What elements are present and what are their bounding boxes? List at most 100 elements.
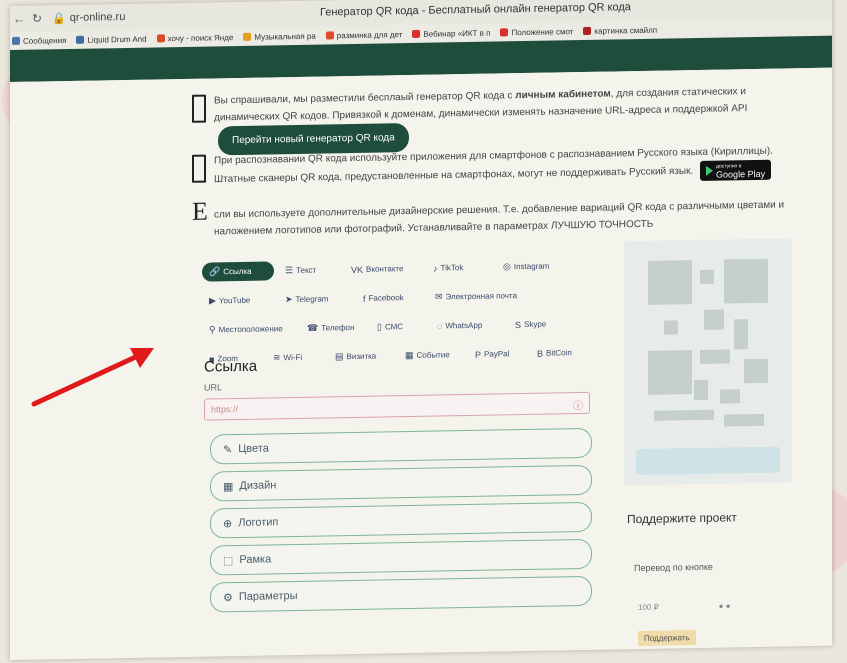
section-icon: ⬚ <box>223 554 234 567</box>
bookmark-label: Вебинар «ИКТ в п <box>423 28 491 39</box>
accordion-4[interactable]: ⬚ Рамка <box>210 538 592 576</box>
phone-outline-icon <box>192 154 206 183</box>
back-arrow-icon[interactable]: ← <box>10 12 28 26</box>
url-label: URL <box>204 382 223 393</box>
support-button[interactable]: Поддержать <box>638 630 696 647</box>
link-icon: 🔗 <box>209 266 221 277</box>
info-text: При распознавании QR кода используйте пр… <box>214 145 773 186</box>
tab-bitcoin[interactable]: B BitCoin <box>530 343 596 363</box>
email-icon: ✉ <box>435 291 443 302</box>
lock-icon: 🔒 <box>52 12 66 25</box>
tab-label: Электронная почта <box>445 291 517 302</box>
bookmark-item[interactable]: картинка смайлп <box>583 25 657 35</box>
tab-phone[interactable]: ☎ Телефон <box>300 318 366 338</box>
qr-module <box>700 349 730 364</box>
tab-location[interactable]: ⚲ Местоположение <box>202 319 296 340</box>
qr-module <box>648 260 692 305</box>
bookmark-favicon-icon <box>76 35 85 44</box>
qr-module <box>700 269 714 284</box>
tab-label: YouTube <box>218 295 251 306</box>
tab-whatsapp[interactable]: ◌ WhatsApp <box>430 315 504 335</box>
tab-text[interactable]: ☰ Текст <box>278 260 340 280</box>
transfer-label: Перевод по кнопке <box>634 561 713 574</box>
tab-telegram[interactable]: ➤ Telegram <box>278 289 352 309</box>
tab-vk[interactable]: VK Вконтакте <box>344 259 422 279</box>
tab-email[interactable]: ✉ Электронная почта <box>428 286 538 307</box>
tiktok-icon: ♪ <box>433 263 438 274</box>
tab-facebook[interactable]: f Facebook <box>356 288 424 308</box>
phone-icon: ☎ <box>307 322 319 333</box>
text-icon: ☰ <box>285 265 294 276</box>
tab-wifi[interactable]: ≋ Wi-Fi <box>266 348 324 368</box>
bookmark-item[interactable]: Положение смот <box>500 27 573 37</box>
tab-skype[interactable]: S Skype <box>508 314 566 334</box>
tab-label: Событие <box>416 350 450 360</box>
qr-module <box>694 379 708 401</box>
download-button[interactable] <box>636 446 780 476</box>
section-label: Рамка <box>239 553 272 566</box>
gplay-label: Google Play <box>716 168 766 180</box>
bitcoin-icon: B <box>537 348 544 359</box>
amount-text: 100 ₽ <box>638 602 659 613</box>
browser-window: ← ↻ 🔒 qr-online.ru Генератор QR кода - Б… <box>10 0 832 661</box>
tab-link[interactable]: 🔗 Ссылка <box>202 261 274 282</box>
accordion-2[interactable]: ▦ Дизайн <box>210 464 592 502</box>
address-bar[interactable]: 🔒 qr-online.ru <box>52 10 126 25</box>
payment-row: 100 ₽ ● ● <box>638 601 731 612</box>
phone-outline-icon <box>192 94 206 123</box>
tab-label: СМС <box>384 322 404 332</box>
tab-label: Вконтакте <box>366 264 404 274</box>
tab-vcard[interactable]: ▤ Визитка <box>328 346 394 366</box>
vk-icon: VK <box>351 264 364 275</box>
bookmark-item[interactable]: Музыкальная ра <box>243 31 316 41</box>
bookmark-item[interactable]: Сообщения <box>12 36 66 46</box>
google-play-badge[interactable]: доступно в Google Play <box>700 159 772 181</box>
tab-paypal[interactable]: P PayPal <box>468 344 526 364</box>
tab-label: Skype <box>524 319 547 330</box>
url-input[interactable]: https:// ⓘ <box>204 391 590 421</box>
address-text: qr-online.ru <box>69 10 126 24</box>
tab-label: Telegram <box>295 294 329 305</box>
tab-label: TikTok <box>440 263 464 273</box>
bookmark-label: хочу - поиск Янде <box>167 32 234 43</box>
accordion-1[interactable]: ✎ Цвета <box>210 427 592 465</box>
bookmark-item[interactable]: Вебинар «ИКТ в п <box>412 28 490 38</box>
tab-instagram[interactable]: ◎ Instagram <box>496 256 576 276</box>
tab-event[interactable]: ▦ Событие <box>398 345 464 365</box>
tab-tiktok[interactable]: ♪ TikTok <box>426 258 492 278</box>
qr-type-tabs: 🔗 Ссылка ☰ Текст VK Вконтакте ♪ TikTok ◎ Instagra… <box>202 255 622 368</box>
accordion-5[interactable]: ⚙ Параметры <box>210 575 592 613</box>
tab-label: BitCoin <box>546 348 572 358</box>
qr-module <box>724 413 764 427</box>
info-text: Вы спрашивали, мы разместили бесплаый ге… <box>214 90 516 107</box>
tab-label: Instagram <box>513 261 550 272</box>
section-icon: ✎ <box>223 443 233 456</box>
bookmark-favicon-icon <box>412 29 421 38</box>
tab-sms[interactable]: ▯ СМС <box>370 317 426 337</box>
qr-preview <box>624 238 792 486</box>
url-placeholder: https:// <box>211 404 239 415</box>
bookmark-favicon-icon <box>325 31 334 40</box>
youtube-icon: ▶ <box>209 295 216 306</box>
section-icon: ⚙ <box>223 591 233 604</box>
section-label: Цвета <box>238 442 269 456</box>
bookmark-item[interactable]: хочу - поиск Янде <box>156 32 234 43</box>
tab-label: Визитка <box>346 351 377 362</box>
payment-icons: ● ● <box>718 601 731 611</box>
tab-label: Телефон <box>321 322 355 333</box>
bookmark-favicon-icon <box>583 26 592 35</box>
info-circle-icon[interactable]: ⓘ <box>573 397 583 412</box>
tab-youtube[interactable]: ▶ YouTube <box>202 290 274 310</box>
tab-label: PayPal <box>484 349 510 359</box>
info-block-design: Е сли вы используете дополнительные диза… <box>192 196 785 238</box>
reload-icon[interactable]: ↻ <box>28 11 46 25</box>
qr-module <box>724 258 768 304</box>
section-label: Логотип <box>238 516 279 530</box>
form-heading: Ссылка <box>204 357 258 376</box>
qr-module <box>704 309 724 330</box>
accordion-3[interactable]: ⊕ Логотип <box>210 501 592 539</box>
tab-label: WhatsApp <box>445 320 483 331</box>
qr-module <box>744 358 768 384</box>
bookmark-item[interactable]: разминка для дет <box>325 30 402 40</box>
bookmark-item[interactable]: Liquid Drum And <box>76 34 147 44</box>
